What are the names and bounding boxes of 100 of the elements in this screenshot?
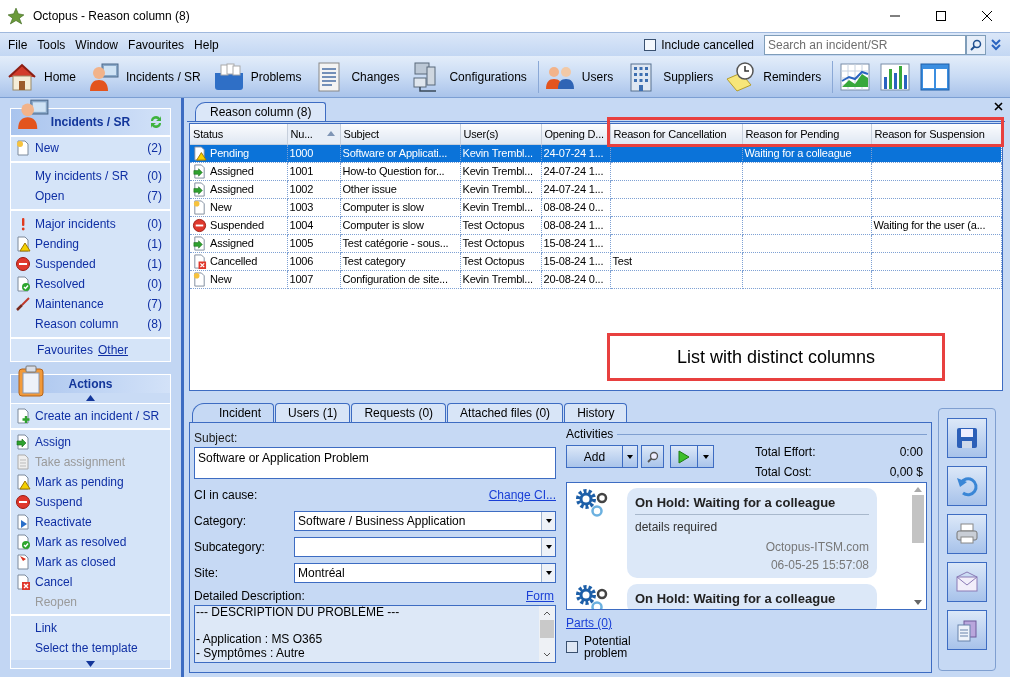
table-cell: 1002 [289,181,314,197]
menu-item[interactable]: Help [189,35,224,54]
toolbar-button[interactable]: Problems [209,57,311,96]
play-button[interactable] [670,445,714,468]
arrow-document-icon [15,433,31,450]
column-header[interactable]: Status [190,124,287,144]
column-header[interactable]: Reason for Cancellation [610,124,742,144]
sidebar-item[interactable]: Suspended (1) [11,254,170,274]
menu-item[interactable]: Favourites [123,35,190,54]
check-document-icon [15,533,31,550]
stop-icon [192,217,207,233]
double-chevron-icon [991,38,1001,51]
printer-button[interactable] [947,514,987,554]
menu-item[interactable]: Window [70,35,124,54]
toolbar-button[interactable]: Home [3,57,85,96]
table-cell: Test Octopus [462,217,525,233]
table-cell: 1006 [289,253,314,269]
search-icon [970,38,982,51]
text-line: --- DESCRIPTION DU PROBLÈME --- [196,606,401,620]
tab[interactable]: History [564,403,628,422]
dropdown[interactable]: Software / Business Application [294,511,556,531]
sidebar-item[interactable]: Maintenance (7) [11,294,170,314]
save-button[interactable] [947,418,987,458]
column-header[interactable]: Subject [340,124,460,144]
text-line: - Application : MS O365 [196,631,324,647]
toolbar-button[interactable]: Incidents / SR [85,57,210,96]
sidebar-item[interactable]: Suspend [11,491,170,512]
column-header[interactable]: Nu... [287,124,340,144]
form-link[interactable]: Form [526,587,554,605]
table-cell: 1003 [289,199,314,215]
caret-icon [627,454,633,459]
column-header[interactable]: User(s) [460,124,541,144]
field-value: 0:00 [899,444,923,461]
search-button[interactable] [641,445,664,468]
sidebar-item[interactable]: Create an incident / SR [11,405,170,426]
include-cancelled-checkbox[interactable] [644,38,657,51]
sidebar-item[interactable]: Cancel [11,571,170,592]
tray-icon [212,60,245,93]
table-cell: Other issue [342,181,397,197]
sidebar-item[interactable]: Resolved (0) [11,274,170,294]
dropdown[interactable]: Montréal [294,563,556,583]
scrollbar-thumb[interactable] [540,620,554,638]
tab[interactable]: Reason column (8) [195,102,327,121]
undo-button[interactable] [947,466,987,506]
toolbar-button[interactable]: Configurations [408,57,536,96]
screwdriver-icon [15,296,31,312]
column-header[interactable]: Reason for Suspension [871,124,1001,144]
callout-box: List with distinct columns [607,333,945,381]
sidebar-item[interactable]: My incidents / SR (0) [11,166,170,186]
sidebar-item[interactable]: Pending (1) [11,234,170,254]
table-cell: Test [612,253,632,269]
sidebar-item[interactable]: Mark as resolved [11,531,170,552]
toolbar-button[interactable]: Reminders [722,57,831,96]
subject-field[interactable]: Software or Application Problem [194,447,556,479]
scrollbar-thumb[interactable] [912,495,924,543]
toolbar-button[interactable]: Changes [310,57,409,96]
envelope-button[interactable] [947,562,987,602]
sidebar-item[interactable]: Reason column (8) [11,314,170,334]
sidebar-item[interactable]: New (2) [11,138,170,158]
warning-document-icon [192,145,207,161]
add-button[interactable]: Add [566,445,638,468]
sidebar-item[interactable]: Assign [11,431,170,452]
search-button[interactable] [966,34,986,55]
activity-title: On Hold: Waiting for a colleague [635,588,869,609]
sidebar-item[interactable]: Open (7) [11,186,170,206]
line-chart-icon[interactable] [839,60,872,93]
dropdown[interactable] [294,537,556,557]
column-header[interactable]: Reason for Pending [742,124,871,144]
sidebar-item[interactable]: Select the template [11,637,170,658]
menu-item[interactable]: File [3,35,33,54]
table-cell: 20-08-24 0... [543,271,604,287]
search-field[interactable]: Search an incident/SR [764,34,966,55]
close-icon [982,11,992,21]
scroll-down-icon[interactable] [914,600,922,606]
toolbar-button[interactable]: Suppliers [622,57,723,96]
parts-link[interactable]: Parts (0) [566,614,612,632]
change-ci-link[interactable]: Change CI... [488,486,556,504]
tab[interactable]: Incident [192,403,275,422]
description-field[interactable]: --- DESCRIPTION DU PROBLÈME --- - Application : MS O365 - Symptômes : Autre [194,605,556,663]
column-header[interactable]: Opening D... [541,124,610,144]
checkbox[interactable] [566,641,578,653]
tab[interactable]: Requests (0) [351,403,447,422]
toolbar-button[interactable]: Users [540,57,623,96]
close-icon[interactable] [994,102,1003,111]
sidebar-item[interactable]: Mark as pending [11,471,170,492]
sidebar-item[interactable]: Mark as closed [11,551,170,572]
sidebar-item[interactable]: Reactivate [11,511,170,532]
bar-chart-icon[interactable] [879,60,912,93]
other-link[interactable]: Other [98,341,129,359]
sidebar-item[interactable]: Major incidents (0) [11,214,170,234]
table-cell: 08-08-24 0... [543,199,604,215]
menu-item[interactable]: Tools [32,35,71,54]
scroll-down-icon[interactable] [86,660,95,667]
sidebar-item[interactable]: Link [11,617,170,638]
tab[interactable]: Attached files (0) [447,403,564,422]
table-cell: How-to Question for... [342,163,445,179]
table-cell: Kevin Trembl... [462,181,533,197]
copy-button[interactable] [947,610,987,650]
tab[interactable]: Users (1) [275,403,351,422]
columns-icon[interactable] [919,60,952,93]
